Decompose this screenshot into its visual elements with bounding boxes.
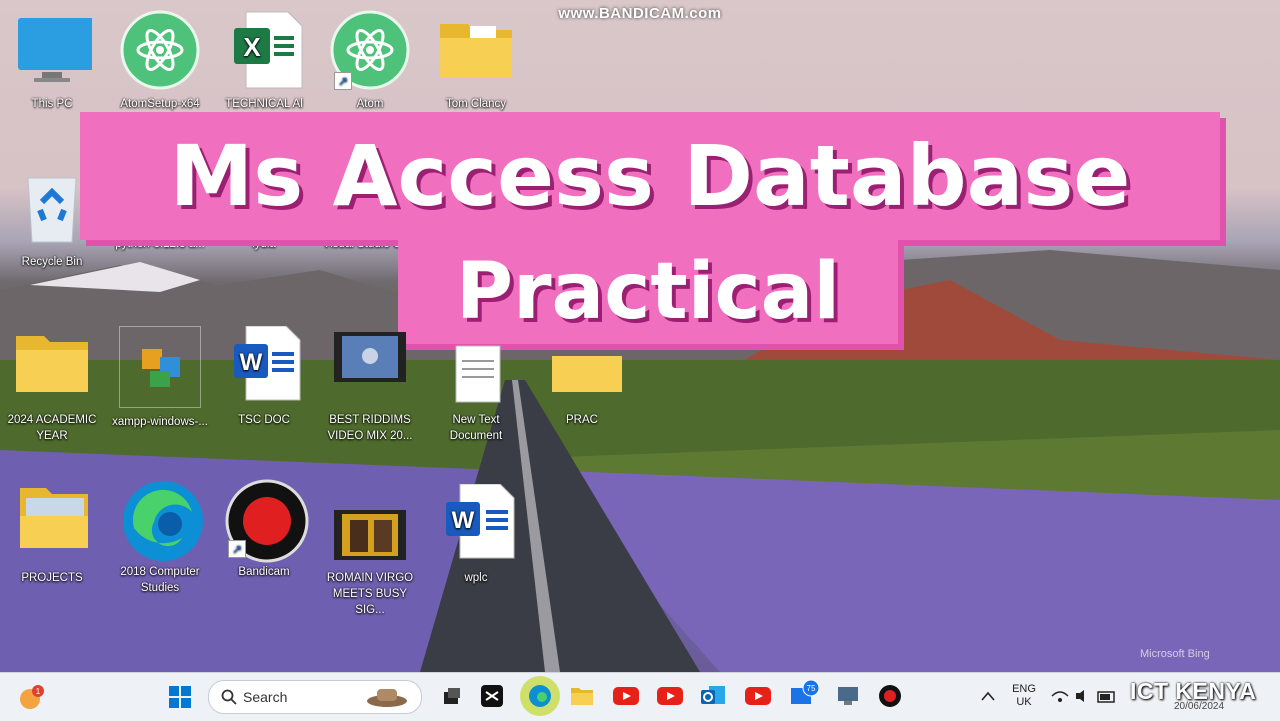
youtube-taskbar-button-2[interactable] [654, 680, 686, 712]
desktop-icon-xampp[interactable]: xampp-windows-... [112, 326, 208, 430]
edge-taskbar-button[interactable] [520, 676, 560, 716]
outlook-taskbar-button[interactable] [698, 680, 730, 712]
network-volume-battery-icons [1051, 690, 1115, 703]
desktop-icon-romain-virgo[interactable]: ROMAIN VIRGO MEETS BUSY SIG... [322, 484, 418, 618]
desktop-icon-technical[interactable]: X TECHNICAL Al [216, 10, 312, 112]
search-highlight-icon [367, 689, 407, 707]
bandicam-taskbar-button[interactable] [874, 680, 906, 712]
desktop-icon-2024-academic-year[interactable]: 2024 ACADEMIC YEAR [4, 326, 100, 444]
folder-icon [12, 326, 92, 406]
show-hidden-icons-button[interactable] [972, 680, 1004, 712]
icon-label: Atom [356, 98, 384, 110]
desktop-icon-this-pc[interactable]: This PC [4, 10, 100, 112]
windows-icon [169, 686, 191, 708]
folder-icon [542, 326, 622, 406]
language-code: ENG [1012, 683, 1036, 695]
keyboard-layout: UK [1016, 696, 1032, 708]
desktop-icon-atomsetup[interactable]: AtomSetup-x64 [112, 10, 208, 112]
shortcut-arrow-icon: ↗ [228, 540, 246, 558]
weather-icon: 1 [20, 685, 44, 709]
icon-label: TSC DOC [238, 414, 290, 426]
edge-browser-icon [120, 478, 203, 561]
video-file-icon [330, 326, 410, 406]
icon-label: 2018 Computer Studies [120, 566, 200, 594]
desktop-icon-tom-clancy[interactable]: Tom Clancy [428, 10, 524, 112]
search-icon [221, 689, 237, 705]
capcut-icon [481, 685, 503, 707]
desktop-icon-best-riddims[interactable]: BEST RIDDIMS VIDEO MIX 20... [322, 326, 418, 444]
capcut-taskbar-button[interactable] [476, 680, 508, 712]
taskbar-search-box[interactable]: Search [208, 680, 422, 714]
svg-text:W: W [240, 349, 263, 376]
icon-label: PRAC [566, 414, 598, 426]
icon-label: AtomSetup-x64 [120, 98, 200, 110]
youtube-icon [745, 687, 771, 705]
desktop-icon-prac[interactable]: PRAC [534, 326, 630, 428]
chevron-up-icon [981, 691, 995, 701]
icon-label: 2024 ACADEMIC YEAR [7, 414, 97, 442]
mail-icon: 75 [791, 680, 819, 704]
quick-settings-button[interactable] [1050, 680, 1120, 712]
start-button[interactable] [164, 681, 196, 713]
desktop-icon-tsc-doc[interactable]: W TSC DOC [216, 325, 312, 428]
widgets-weather-button[interactable]: 1 [14, 681, 46, 713]
installer-icon [119, 326, 201, 408]
channel-brand-overlay: ICT KENYA [1130, 678, 1257, 704]
file-explorer-taskbar-button[interactable] [566, 680, 598, 712]
svg-text:1: 1 [36, 687, 41, 696]
word-document-icon: W [224, 325, 304, 406]
video-title-line-1: Ms Access Database [80, 112, 1220, 240]
monitor-icon [12, 10, 96, 90]
excel-icon: X [224, 10, 304, 90]
task-view-button[interactable] [436, 680, 468, 712]
outlook-icon [701, 686, 725, 704]
desktop-icon-wplc[interactable]: W wplc [428, 483, 524, 586]
desktop-icon-new-text-document[interactable]: New Text Document [428, 326, 524, 444]
shortcut-arrow-icon: ↗ [334, 72, 352, 90]
edge-browser-icon [529, 685, 551, 707]
video-file-icon [330, 484, 410, 564]
youtube-taskbar-button-1[interactable] [610, 680, 642, 712]
record-icon [879, 685, 901, 707]
icon-label: This PC [31, 98, 73, 110]
mail-taskbar-button[interactable]: 75 [788, 678, 820, 710]
remote-desktop-taskbar-button[interactable] [832, 680, 864, 712]
desktop-background: www.BANDICAM.com This PC AtomSetup-x64 X… [0, 0, 1280, 672]
icon-label: New Text Document [449, 414, 503, 442]
icon-label: PROJECTS [21, 572, 83, 584]
icon-label: Recycle Bin [21, 256, 83, 268]
youtube-icon [657, 687, 683, 705]
youtube-taskbar-button-3[interactable] [742, 680, 774, 712]
youtube-icon [613, 687, 639, 705]
icon-label: Bandicam [238, 566, 290, 578]
desktop-icon-atom[interactable]: ↗ Atom [322, 10, 418, 112]
task-view-icon [444, 688, 460, 704]
folder-icon [12, 484, 92, 564]
svg-text:75: 75 [807, 684, 816, 693]
icon-label: wplc [464, 572, 488, 584]
desktop-icon-projects[interactable]: PROJECTS [4, 484, 100, 586]
svg-text:X: X [243, 32, 261, 62]
icon-label: xampp-windows-... [112, 416, 208, 428]
icon-label: TECHNICAL Al [225, 98, 303, 110]
desktop-icon-2018-computer-studies[interactable]: 2018 Computer Studies [112, 478, 208, 596]
folder-icon [571, 688, 593, 705]
remote-desktop-icon [838, 687, 858, 705]
atom-icon: ↗ [330, 10, 410, 90]
search-placeholder: Search [243, 689, 288, 705]
microsoft-bing-mark: Microsoft Bing [1140, 648, 1210, 660]
text-file-icon [436, 326, 516, 406]
folder-icon [436, 10, 516, 90]
icon-label: ROMAIN VIRGO MEETS BUSY SIG... [326, 572, 414, 616]
atom-icon [120, 10, 200, 90]
word-document-icon: W [436, 483, 516, 564]
language-indicator[interactable]: ENG UK [1008, 683, 1040, 709]
icon-label: Tom Clancy [445, 98, 507, 110]
icon-label: BEST RIDDIMS VIDEO MIX 20... [327, 414, 413, 442]
svg-text:W: W [452, 507, 475, 534]
record-icon: ↗ [224, 478, 309, 563]
desktop-icon-bandicam[interactable]: ↗ Bandicam [216, 478, 312, 580]
